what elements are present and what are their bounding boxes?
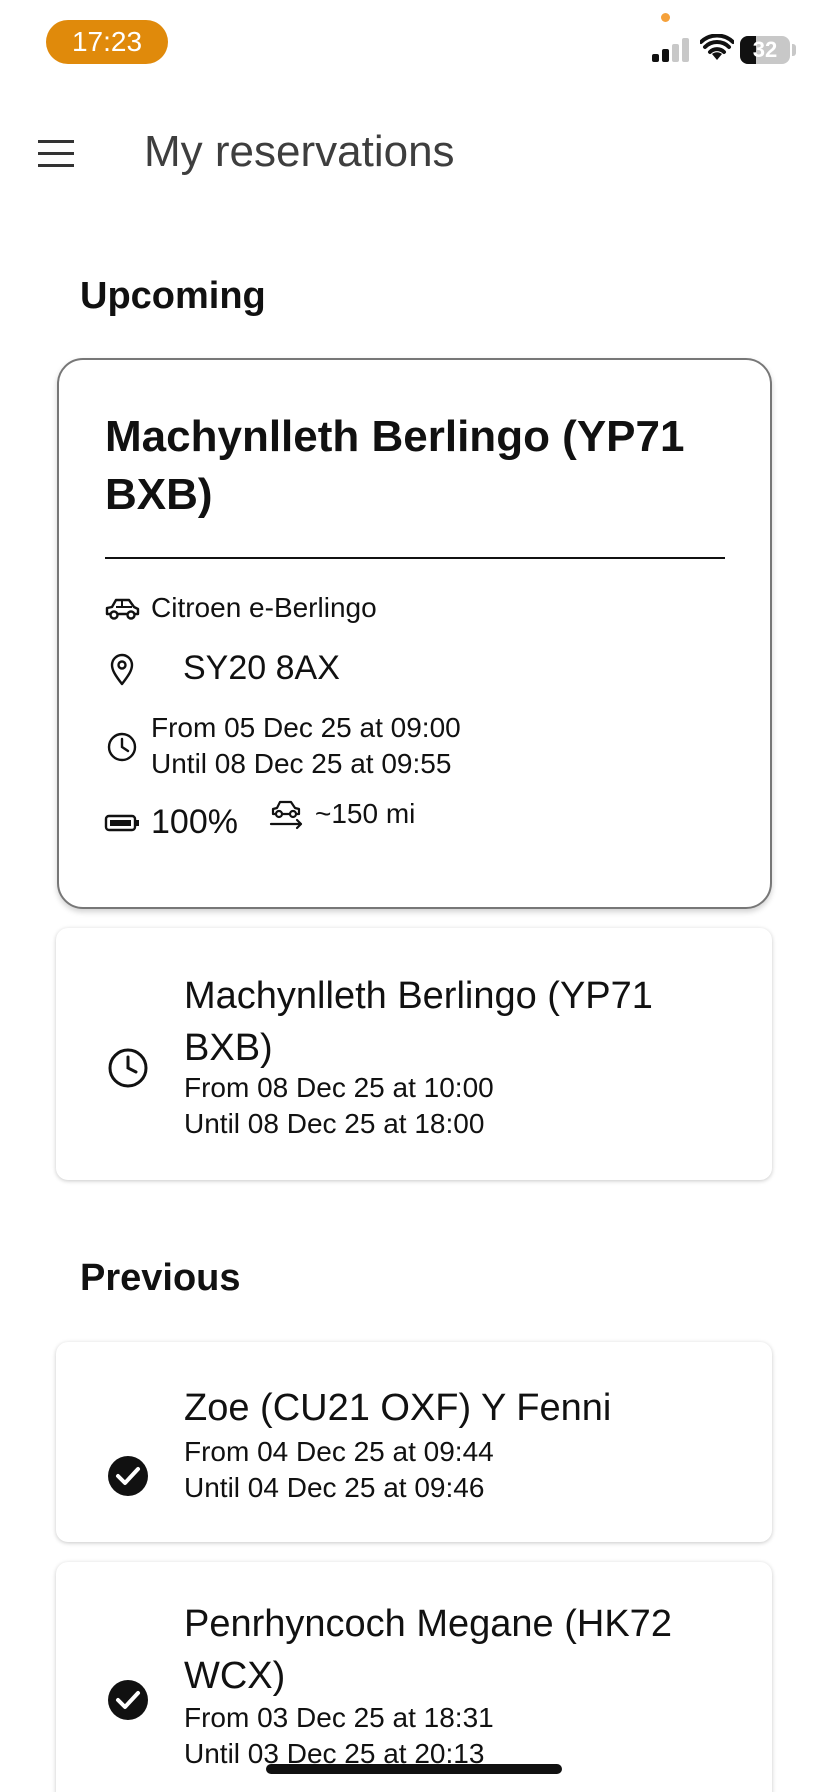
check-circle-icon — [108, 1680, 148, 1720]
reservation-from: From 04 Dec 25 at 09:44 — [184, 1436, 494, 1467]
upcoming-heading: Upcoming — [80, 275, 266, 317]
estimated-range: ~150 mi — [315, 798, 416, 829]
check-circle-icon — [108, 1456, 148, 1496]
vehicle-model: Citroen e-Berlingo — [151, 592, 377, 623]
battery-icon — [104, 814, 139, 832]
battery-icon: 32 — [740, 36, 790, 64]
home-indicator[interactable] — [266, 1764, 562, 1774]
reservation-title: Machynlleth Berlingo (YP71 BXB) — [184, 975, 653, 1069]
reservation-until: Until 08 Dec 25 at 18:00 — [184, 1108, 485, 1139]
reservation-until: Until 04 Dec 25 at 09:46 — [184, 1472, 485, 1503]
featured-from: From 05 Dec 25 at 09:00 — [151, 712, 461, 743]
reservation-title: Zoe (CU21 OXF) Y Fenni — [184, 1387, 612, 1429]
clock-icon — [107, 732, 137, 762]
status-bar: 17:23 32 — [0, 0, 828, 84]
status-time: 17:23 — [46, 20, 168, 64]
menu-button[interactable] — [30, 132, 82, 176]
wifi-icon — [700, 34, 734, 60]
previous-heading: Previous — [80, 1257, 241, 1299]
featured-divider — [105, 557, 725, 559]
battery-tip — [792, 44, 796, 56]
list-item[interactable]: Penrhyncoch Megane (HK72 WCX) From 03 De… — [56, 1562, 772, 1792]
reservation-from: From 08 Dec 25 at 10:00 — [184, 1072, 494, 1103]
location-pin-icon — [110, 653, 134, 686]
battery-charge: 100% — [151, 803, 238, 841]
reservation-from: From 03 Dec 25 at 18:31 — [184, 1702, 494, 1733]
page-title: My reservations — [144, 127, 455, 176]
clock-icon — [108, 1048, 148, 1088]
car-range-icon — [269, 800, 303, 830]
list-item[interactable]: Machynlleth Berlingo (YP71 BXB) From 08 … — [56, 928, 772, 1180]
battery-level: 32 — [752, 37, 778, 62]
privacy-indicator-dot — [661, 13, 670, 22]
reservation-title: Penrhyncoch Megane (HK72 WCX) — [184, 1603, 672, 1697]
list-item[interactable]: Zoe (CU21 OXF) Y Fenni From 04 Dec 25 at… — [56, 1342, 772, 1542]
signal-icon — [652, 38, 690, 62]
pickup-postcode: SY20 8AX — [183, 649, 340, 687]
car-icon — [105, 598, 140, 620]
featured-until: Until 08 Dec 25 at 09:55 — [151, 748, 452, 779]
featured-reservation-card[interactable]: Machynlleth Berlingo (YP71 BXB) Citroen … — [57, 358, 772, 909]
reservations-screen: 17:23 32 My reservations Upcoming Machyn… — [0, 0, 828, 1792]
featured-reservation-title: Machynlleth Berlingo (YP71 BXB) — [105, 412, 685, 519]
